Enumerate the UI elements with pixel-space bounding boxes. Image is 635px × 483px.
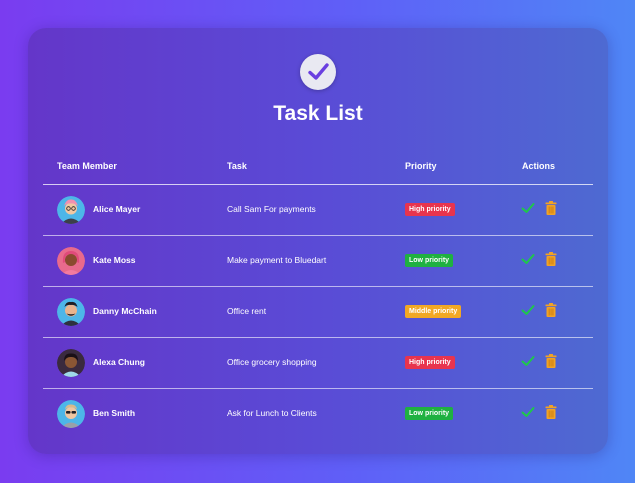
avatar [57,247,85,275]
priority-badge: Low priority [405,254,454,267]
task-text: Make payment to Bluedart [227,255,327,265]
avatar [57,400,85,428]
priority-badge: Low priority [405,407,454,420]
trash-icon[interactable] [545,354,557,368]
column-header-priority: Priority [405,161,437,171]
table-row: Ben Smith Ask for Lunch to Clients Low p… [43,388,593,439]
trash-icon[interactable] [545,201,557,215]
member-name: Ben Smith [93,408,136,418]
table-row: Alice Mayer Call Sam For payments High p… [43,184,593,236]
priority-badge: Middle priority [405,305,462,318]
task-text: Ask for Lunch to Clients [227,408,317,418]
avatar [57,196,85,224]
member-name: Alice Mayer [93,204,141,214]
column-header-task: Task [227,161,247,171]
check-icon[interactable] [521,201,535,215]
trash-icon[interactable] [545,252,557,266]
check-icon[interactable] [521,252,535,266]
task-text: Office grocery shopping [227,357,317,367]
task-text: Call Sam For payments [227,204,316,214]
priority-badge: High priority [405,203,455,216]
member-name: Danny McChain [93,306,157,316]
task-text: Office rent [227,306,267,316]
table-row: Kate Moss Make payment to Bluedart Low p… [43,235,593,287]
avatar [57,298,85,326]
table-row: Danny McChain Office rent Middle priorit… [43,286,593,338]
trash-icon[interactable] [545,405,557,419]
table-header: Team Member Task Priority Actions [43,156,593,185]
member-name: Alexa Chung [93,357,145,367]
check-circle-icon [300,54,336,90]
member-name: Kate Moss [93,255,136,265]
column-header-team-member: Team Member [57,161,117,171]
trash-icon[interactable] [545,303,557,317]
page-title: Task List [273,102,363,125]
check-icon[interactable] [521,354,535,368]
check-icon[interactable] [521,405,535,419]
column-header-actions: Actions [522,161,556,171]
priority-badge: High priority [405,356,455,369]
check-icon[interactable] [521,303,535,317]
table-row: Alexa Chung Office grocery shopping High… [43,337,593,389]
avatar [57,349,85,377]
task-list-card: Task List Team Member Task Priority Acti… [28,28,608,454]
